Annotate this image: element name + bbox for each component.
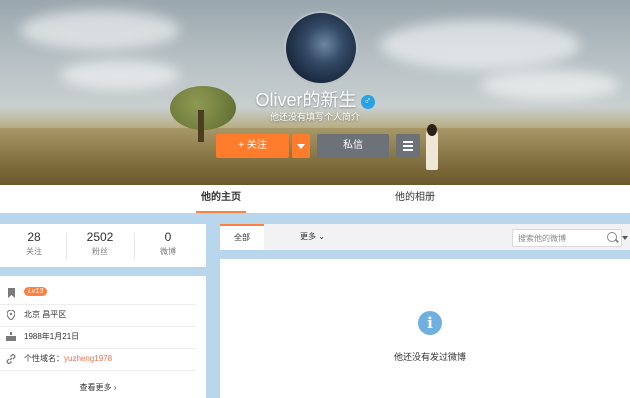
empty-feed-text: 他还没有发过微博 xyxy=(393,352,466,362)
info-row-location: 北京 昌平区 xyxy=(0,304,196,327)
level-badge[interactable]: Lv13 xyxy=(24,287,48,296)
search-icon[interactable] xyxy=(607,232,617,242)
search-input[interactable]: 搜索他的微博 xyxy=(518,233,566,244)
stat-value: 28 xyxy=(27,230,41,244)
chevron-down-icon[interactable] xyxy=(622,236,628,240)
birthday-text: 1988年1月21日 xyxy=(24,332,80,341)
info-row-domain: 个性域名：yuzheng1978 xyxy=(0,348,196,371)
info-card: Lv13 北京 昌平区 1988年1月21日 个性域名：yuzheng1978 … xyxy=(0,276,206,398)
see-more-link[interactable]: 查看更多 › xyxy=(0,382,196,393)
stat-following[interactable]: 28 关注 xyxy=(0,230,68,257)
stat-label: 微博 xyxy=(160,247,176,256)
info-row-level: Lv13 xyxy=(0,282,196,305)
stat-value: 0 xyxy=(164,230,172,244)
follow-button[interactable]: + 关注 xyxy=(216,134,289,158)
cloud xyxy=(380,20,580,70)
woman-hair xyxy=(427,124,437,136)
search-box[interactable]: 搜索他的微博 xyxy=(512,229,622,247)
hamburger-icon[interactable] xyxy=(396,134,420,158)
avatar[interactable] xyxy=(284,11,358,85)
profile-name: Oliver的新生 ♂ xyxy=(0,86,630,112)
stat-label: 粉丝 xyxy=(92,247,108,256)
stat-label: 关注 xyxy=(26,247,42,256)
stats-card: 28 关注 2502 粉丝 0 微博 xyxy=(0,224,206,267)
stat-value: 2502 xyxy=(86,230,114,244)
grass-field xyxy=(0,128,630,185)
domain-link[interactable]: yuzheng1978 xyxy=(64,354,112,363)
stat-posts[interactable]: 0 微博 xyxy=(134,230,202,257)
domain-label: 个性域名： xyxy=(24,354,64,363)
info-icon: i xyxy=(418,311,442,335)
male-icon: ♂ xyxy=(360,95,375,109)
follow-dropdown-button[interactable] xyxy=(292,134,310,158)
bookmark-icon xyxy=(6,288,16,298)
filter-all[interactable]: 全部 xyxy=(220,224,264,250)
cake-icon xyxy=(6,332,16,342)
profile-name-text: Oliver的新生 xyxy=(255,90,357,110)
filter-more[interactable]: 更多 ⌄ xyxy=(300,224,325,250)
cloud xyxy=(20,10,180,50)
tab-album[interactable]: 他的相册 xyxy=(390,185,440,213)
info-row-birthday: 1988年1月21日 xyxy=(0,326,196,349)
stat-followers[interactable]: 2502 粉丝 xyxy=(66,230,134,257)
location-text: 北京 昌平区 xyxy=(24,310,67,319)
location-icon xyxy=(6,309,16,321)
profile-intro: 他还没有填写个人简介 xyxy=(269,112,360,122)
message-button[interactable]: 私信 xyxy=(317,134,389,158)
profile-tabbar: 他的主页 他的相册 xyxy=(0,185,630,213)
tab-home[interactable]: 他的主页 xyxy=(196,185,246,213)
link-icon xyxy=(6,354,16,364)
